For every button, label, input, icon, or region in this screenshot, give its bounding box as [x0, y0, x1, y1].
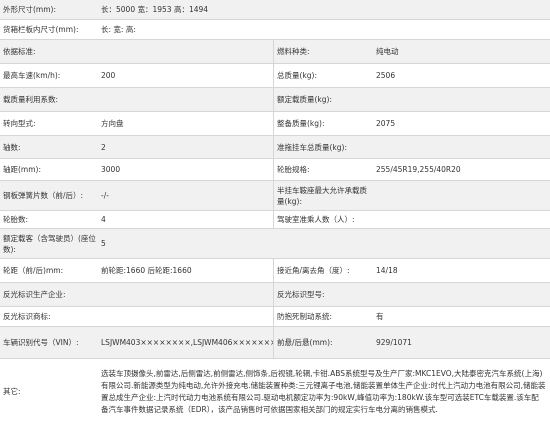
saddle-load-value: [373, 181, 550, 210]
basis-label: 依据标准:: [3, 47, 36, 56]
reflector-brand-value: [98, 307, 273, 326]
rated-load-label: 额定载质量(kg):: [273, 88, 373, 111]
vehicle-spec-table: 外形尺寸(mm): 长：5000 宽：1953 高：1494 货箱栏板内尺寸(m…: [0, 0, 550, 424]
overhang-value: 929/1071: [376, 338, 412, 347]
exterior-dimensions-label: 外形尺寸(mm):: [3, 5, 56, 14]
other-value: 选装车顶摄像头,前雷达,后侧雷达,前侧雷达,侧饰条,后视镜,轮辋,卡钳.ABS系…: [101, 368, 546, 414]
exterior-dimensions-value: 长：5000 宽：1953 高：1494: [101, 5, 209, 14]
row-steering-curb: 转向型式: 方向盘 整备质量(kg): 2075: [0, 111, 550, 135]
tire-count-label: 轮胎数:: [3, 215, 29, 224]
row-reflector-maker: 反光标识生产企业: 反光标识型号:: [0, 282, 550, 306]
fuel-type-label: 燃料种类:: [273, 40, 373, 63]
wheelbase-value: 3000: [101, 165, 121, 174]
row-wheelbase-tires: 轴距(mm): 3000 轮胎规格: 255/45R19,255/40R20: [0, 158, 550, 180]
load-coefficient-value: [98, 88, 273, 111]
fuel-type-value: 纯电动: [376, 47, 399, 56]
row-springs-saddle: 钢板弹簧片数（前/后）: -/- 半挂车鞍座最大允许承载质量(kg):: [0, 180, 550, 210]
row-cargo-box-dimensions: 货箱栏板内尺寸(mm): 长: 宽: 高:: [0, 19, 550, 39]
row-seats: 额定载客（含驾驶员）(座位数): 5: [0, 228, 550, 258]
row-other: 其它: 选装车顶摄像头,前雷达,后侧雷达,前侧雷达,侧饰条,后视镜,轮辋,卡钳.…: [0, 358, 550, 424]
top-speed-value: 200: [101, 71, 116, 80]
tire-spec-label: 轮胎规格:: [273, 159, 373, 180]
curb-mass-label: 整备质量(kg):: [273, 112, 373, 135]
row-exterior-dimensions: 外形尺寸(mm): 长：5000 宽：1953 高：1494: [0, 0, 550, 19]
row-axles-trailer: 轴数: 2 准拖挂车总质量(kg):: [0, 135, 550, 158]
row-track-angles: 轮距（前/后)mm: 前轮距:1660 后轮距:1660 接近角/离去角（度）:…: [0, 258, 550, 282]
saddle-load-label: 半挂车鞍座最大允许承载质量(kg):: [273, 181, 373, 210]
track-value: 前轮距:1660 后轮距:1660: [101, 266, 192, 275]
vin-label: 车辆识别代号（VIN）:: [3, 338, 79, 347]
row-load-coefficient: 载质量利用系数: 额定载质量(kg):: [0, 87, 550, 111]
cab-occupants-label: 驾驶室准乘人数（人）:: [273, 211, 373, 228]
steering-value: 方向盘: [101, 119, 124, 128]
reflector-brand-label: 反光标识商标:: [3, 312, 51, 321]
track-label: 轮距（前/后)mm:: [3, 266, 64, 275]
reflector-maker-label: 反光标识生产企业:: [3, 290, 66, 299]
load-coefficient-label: 载质量利用系数:: [3, 95, 59, 104]
abs-label: 防抱死制动系统:: [273, 307, 373, 326]
tire-count-value: 4: [101, 215, 106, 224]
row-tires-cab: 轮胎数: 4 驾驶室准乘人数（人）:: [0, 210, 550, 228]
cargo-box-label: 货箱栏板内尺寸(mm):: [3, 25, 79, 34]
gross-mass-label: 总质量(kg):: [273, 64, 373, 87]
springs-label: 钢板弹簧片数（前/后）:: [3, 191, 84, 200]
basis-value: [98, 40, 273, 63]
axles-label: 轴数:: [3, 142, 21, 152]
approach-departure-value: 14/18: [376, 266, 398, 275]
steering-label: 转向型式:: [3, 119, 36, 128]
row-standard-fuel: 依据标准: 燃料种类: 纯电动: [0, 39, 550, 63]
row-reflector-brand-abs: 反光标识商标: 防抱死制动系统: 有: [0, 306, 550, 326]
seats-value: 5: [101, 239, 106, 248]
cargo-box-value: 长: 宽: 高:: [101, 25, 136, 34]
springs-value: -/-: [101, 191, 109, 200]
abs-value: 有: [376, 312, 384, 321]
gross-mass-value: 2506: [376, 71, 396, 80]
vin-value: LSJWM403××××××××,LSJWM406××××××××,LSJWM4…: [101, 338, 273, 347]
curb-mass-value: 2075: [376, 119, 396, 128]
other-label: 其它:: [3, 387, 21, 396]
reflector-maker-value: [98, 283, 273, 306]
wheelbase-label: 轴距(mm):: [3, 165, 41, 174]
rated-load-value: [373, 88, 550, 111]
tire-spec-value: 255/45R19,255/40R20: [376, 165, 461, 174]
overhang-label: 前悬/后悬(mm):: [273, 327, 373, 358]
reflector-model-label: 反光标识型号:: [273, 283, 373, 306]
seats-label: 额定载客（含驾驶员）(座位数):: [3, 233, 96, 254]
trailer-mass-value: [373, 136, 550, 158]
row-vin-overhang: 车辆识别代号（VIN）: LSJWM403××××××××,LSJWM406××…: [0, 326, 550, 358]
axles-value: 2: [101, 142, 106, 152]
cab-occupants-value: [373, 211, 550, 228]
top-speed-label: 最高车速(km/h):: [3, 71, 61, 80]
trailer-mass-label: 准拖挂车总质量(kg):: [273, 136, 373, 158]
reflector-model-value: [373, 283, 550, 306]
approach-departure-label: 接近角/离去角（度）:: [273, 259, 373, 282]
row-speed-mass: 最高车速(km/h): 200 总质量(kg): 2506: [0, 63, 550, 87]
